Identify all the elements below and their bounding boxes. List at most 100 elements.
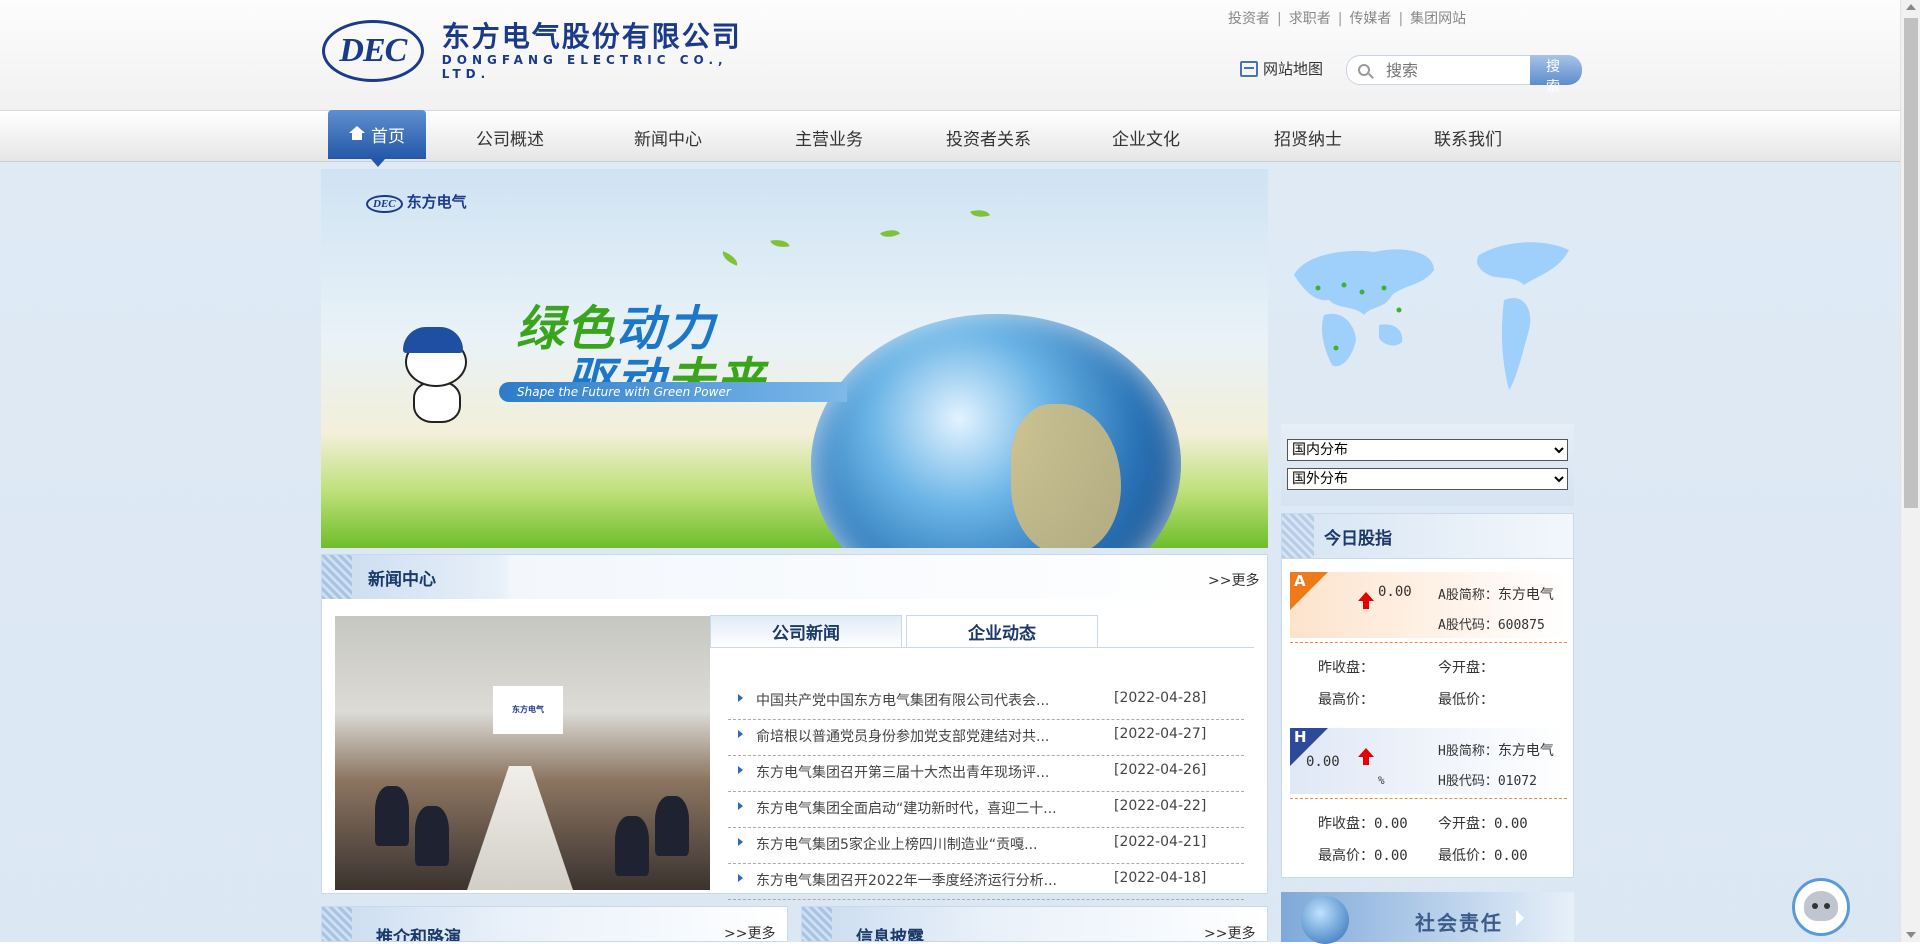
banner-logo-mark: DEC (366, 195, 403, 213)
top-link-jobseeker[interactable]: 求职者 (1289, 11, 1331, 27)
list-item[interactable]: 俞培根以普通党员身份参加党支部党建结对共... [2022-04-27] (728, 721, 1244, 756)
meeting-screen: 东方电气 (493, 686, 563, 734)
list-item[interactable]: 东方电气集团5家企业上榜四川制造业“贡嘎... [2022-04-21] (728, 829, 1244, 864)
divider (1290, 798, 1567, 799)
leaf-icon (720, 251, 740, 266)
world-map[interactable] (1284, 230, 1574, 400)
a-low: 最低价： (1438, 692, 1494, 708)
earth-globe-image (811, 314, 1181, 548)
h-prev-close: 昨收盘：0.00 (1318, 816, 1408, 832)
list-item[interactable]: 东方电气集团召开第三届十大杰出青年现场评... [2022-04-26] (728, 757, 1244, 792)
news-list: 中国共产党中国东方电气集团有限公司代表会... [2022-04-28] 俞培根以… (728, 685, 1244, 901)
nav-company-overview[interactable]: 公司概述 (476, 125, 544, 150)
leaf-icon (770, 237, 790, 250)
nav-main-business[interactable]: 主营业务 (795, 125, 863, 150)
a-high: 最高价： (1318, 692, 1374, 708)
company-logo[interactable]: DEC 东方电气股份有限公司 DONGFANG ELECTRIC CO., LT… (322, 12, 758, 90)
list-item[interactable]: 中国共产党中国东方电气集团有限公司代表会... [2022-04-28] (728, 685, 1244, 720)
a-share-code: A股代码：600875 (1438, 618, 1545, 633)
top-link-investor[interactable]: 投资者 (1228, 11, 1270, 27)
disclosure-panel: 信息披露 >>更多 (801, 906, 1268, 942)
logo-text: 东方电气股份有限公司 DONGFANG ELECTRIC CO., LTD. (441, 21, 758, 82)
news-tabs: 公司新闻 企业动态 (710, 615, 1254, 648)
social-responsibility-banner[interactable]: 社会责任 (1281, 892, 1574, 944)
disclosure-more-link[interactable]: >>更多 (1204, 923, 1255, 941)
search-input[interactable] (1384, 59, 1528, 81)
panda-mascot-image (399, 327, 471, 423)
chat-robot-button[interactable] (1792, 878, 1850, 936)
a-prev-close: 昨收盘： (1318, 660, 1374, 676)
tab-corporate-updates[interactable]: 企业动态 (906, 615, 1098, 647)
search-icon (1358, 64, 1370, 76)
news-center-panel: 新闻中心 >>更多 东方电气 公司新闻 企业动态 中国共产党中国东方电气集团有限… (321, 554, 1268, 900)
scrollbar-thumb[interactable] (1904, 18, 1918, 508)
separator: | (1398, 11, 1404, 27)
leaf-icon (970, 206, 990, 221)
nav-investor-relations[interactable]: 投资者关系 (946, 125, 1031, 150)
news-more-link[interactable]: >>更多 (1208, 570, 1259, 590)
bullet-icon (738, 874, 743, 882)
nav-home-label: 首页 (371, 127, 405, 147)
h-share-block: H 0.00 % H股简称：东方电气 H股代码：01072 (1290, 728, 1567, 794)
meeting-table (465, 766, 575, 890)
tab-company-news[interactable]: 公司新闻 (710, 615, 902, 647)
search-button[interactable]: 搜 索 (1530, 55, 1582, 94)
h-high: 最高价：0.00 (1318, 848, 1408, 864)
nav-news-center[interactable]: 新闻中心 (634, 125, 702, 150)
top-link-media[interactable]: 传媒者 (1349, 11, 1391, 27)
h-share-name: H股简称：东方电气 (1438, 743, 1554, 759)
banner-subtitle: Shape the Future with Green Power (499, 382, 847, 402)
h-share-code: H股代码：01072 (1438, 774, 1537, 789)
up-arrow-icon (1358, 748, 1374, 765)
a-share-value: 0.00 (1378, 584, 1412, 600)
main-nav: 首页 公司概述 新闻中心 主营业务 投资者关系 企业文化 招贤纳士 联系我们 (0, 110, 1900, 167)
domestic-distribution-select[interactable]: 国内分布 (1287, 439, 1568, 461)
bullet-icon (738, 802, 743, 810)
sitemap-icon (1240, 60, 1258, 77)
nav-corporate-culture[interactable]: 企业文化 (1112, 125, 1180, 150)
h-share-value: 0.00 (1306, 754, 1340, 770)
roadshow-panel: 推介和路演 >>更多 (321, 906, 788, 942)
disclosure-title: 信息披露 (856, 928, 924, 942)
distribution-panel (1281, 424, 1574, 506)
logo-english-name: DONGFANG ELECTRIC CO., LTD. (441, 53, 728, 81)
arrow-right-icon (1516, 910, 1524, 926)
news-panel-title: 新闻中心 (368, 569, 436, 590)
pattern-icon (322, 907, 352, 941)
bullet-icon (738, 730, 743, 738)
social-responsibility-title: 社会责任 (1415, 911, 1503, 935)
vertical-scrollbar[interactable] (1900, 0, 1920, 942)
roadshow-title: 推介和路演 (376, 928, 461, 942)
list-item[interactable]: 东方电气集团全面启动“建功新时代，喜迎二十... [2022-04-22] (728, 793, 1244, 828)
search-box (1346, 55, 1532, 85)
bullet-icon (738, 766, 743, 774)
stock-panel-title: 今日股指 (1324, 528, 1392, 549)
overseas-distribution-select[interactable]: 国外分布 (1287, 468, 1568, 490)
pattern-icon (802, 907, 832, 941)
stock-index-panel: 今日股指 A 0.00 A股简称：东方电气 A股代码：600875 昨收盘： 今… (1281, 513, 1574, 878)
sitemap-label: 网站地图 (1263, 60, 1324, 78)
globe-icon (1301, 896, 1349, 944)
hero-banner[interactable]: DEC 东方电气 绿色动力 驱动未来 Shape the Future with … (321, 169, 1268, 548)
news-photo[interactable]: 东方电气 (335, 616, 710, 890)
scroll-up-icon[interactable] (1906, 4, 1916, 10)
nav-contact-us[interactable]: 联系我们 (1434, 125, 1502, 150)
roadshow-more-link[interactable]: >>更多 (724, 923, 775, 941)
sitemap-link[interactable]: 网站地图 (1240, 58, 1323, 79)
separator: | (1337, 11, 1343, 27)
home-icon (349, 126, 365, 140)
header: DEC 东方电气股份有限公司 DONGFANG ELECTRIC CO., LT… (0, 0, 1900, 110)
pattern-icon (1282, 514, 1314, 558)
list-item[interactable]: 东方电气集团召开2022年一季度经济运行分析... [2022-04-18] (728, 865, 1244, 900)
top-links: 投资者 | 求职者 | 传媒者 | 集团网站 (1228, 8, 1466, 28)
banner-logo-text: 东方电气 (406, 193, 467, 211)
scroll-down-icon[interactable] (1906, 932, 1916, 938)
nav-home[interactable]: 首页 (328, 110, 426, 167)
nav-recruitment[interactable]: 招贤纳士 (1274, 125, 1342, 150)
robot-icon (1804, 891, 1838, 921)
top-link-group-site[interactable]: 集团网站 (1410, 11, 1466, 27)
a-share-block: A 0.00 A股简称：东方电气 A股代码：600875 (1290, 572, 1567, 638)
divider (1290, 642, 1567, 643)
news-panel-header: 新闻中心 >>更多 (322, 555, 1267, 599)
a-open: 今开盘： (1438, 660, 1494, 676)
